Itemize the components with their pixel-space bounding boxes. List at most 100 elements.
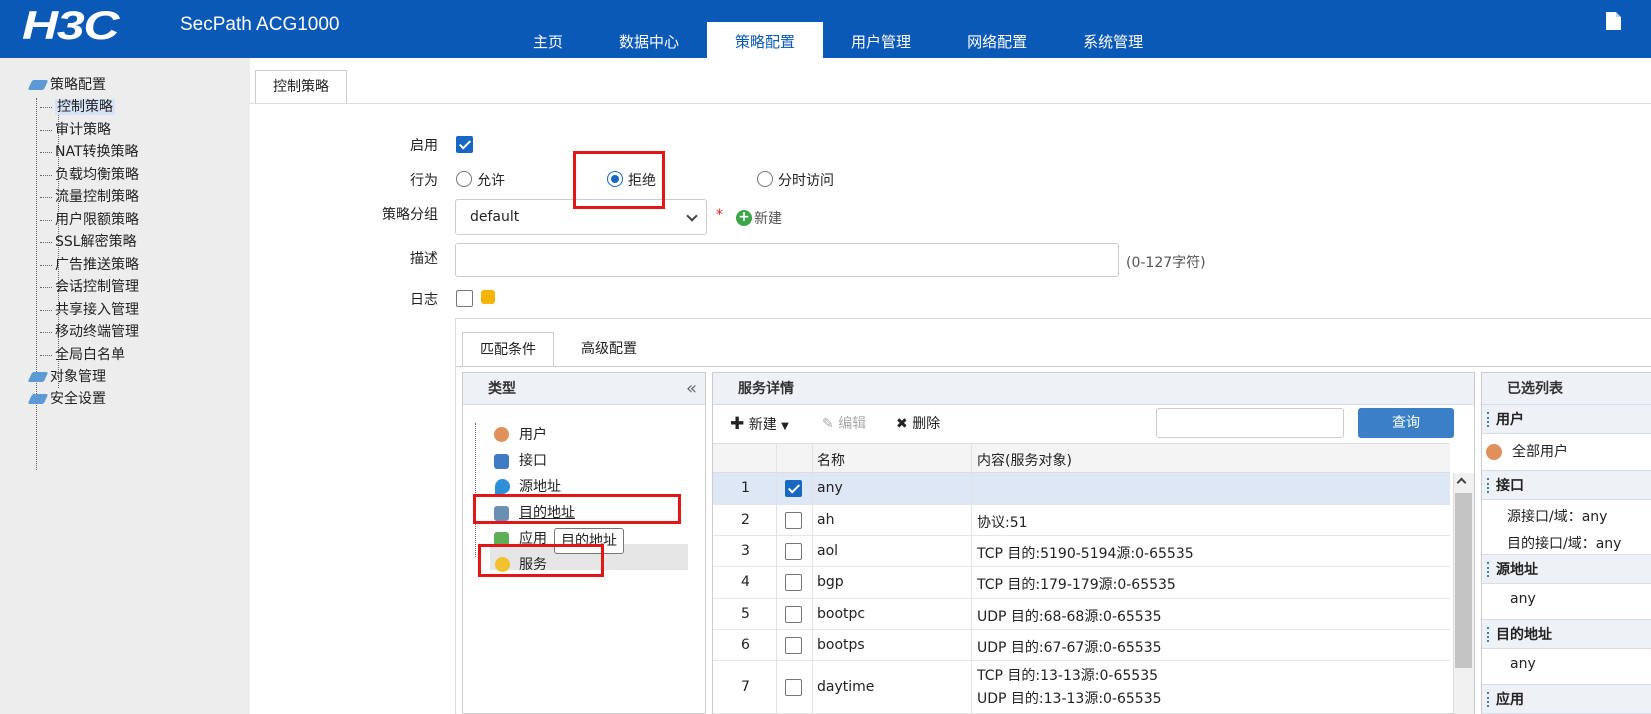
sidebar-item-audit-policy[interactable]: 审计策略 (18, 119, 139, 142)
desc-hint: (0-127字符) (1126, 255, 1206, 271)
chevron-down-icon (686, 210, 698, 222)
toolbar-edit-button[interactable]: ✎ 编辑 (822, 413, 866, 435)
main-nav: 主页 数据中心 策略配置 用户管理 网络配置 系统管理 (505, 22, 1171, 58)
collapse-icon[interactable]: « (686, 373, 697, 405)
new-group-link[interactable]: 新建 (754, 208, 782, 228)
table-row[interactable]: 6 bootps UDP 目的:67-67源:0-65535 (713, 630, 1450, 661)
sidebar-item-mobile-terminal[interactable]: 移动终端管理 (18, 321, 139, 344)
selected-dst-addr-value: any (1510, 656, 1536, 672)
action-label: 行为 (410, 173, 438, 189)
sidebar-group-object-management[interactable]: 对象管理 (18, 366, 139, 388)
table-row[interactable]: 4 bgp TCP 目的:179-179源:0-65535 (713, 567, 1450, 599)
row-checkbox[interactable] (785, 480, 802, 497)
row-checkbox[interactable] (785, 542, 802, 560)
highlight-box-service (478, 544, 604, 577)
table-row[interactable]: 3 aol TCP 目的:5190-5194源:0-65535 (713, 536, 1450, 567)
pencil-icon: ✎ (822, 416, 834, 432)
sidebar-item-ad-push[interactable]: 广告推送策略 (18, 254, 139, 277)
table-row[interactable]: 7 daytime TCP 目的:13-13源:0-65535 UDP 目的:13-1… (713, 661, 1450, 714)
nav-data-center[interactable]: 数据中心 (591, 22, 707, 58)
sidebar-tree: 策略配置 控制策略 审计策略 NAT转换策略 负载均衡策略 流量控制策略 用户限… (18, 74, 139, 470)
action-timed-label: 分时访问 (778, 173, 834, 189)
row-checkbox[interactable] (785, 511, 802, 529)
row-content-line2: UDP 目的:13-13源:0-65535 (977, 691, 1162, 707)
row-name: aol (817, 542, 839, 559)
nav-system-management[interactable]: 系统管理 (1055, 22, 1171, 58)
row-number: 6 (741, 636, 750, 653)
row-checkbox[interactable] (785, 678, 802, 696)
folder-icon (27, 80, 49, 90)
user-icon (494, 427, 509, 442)
selected-section-source-address: 源地址 (1482, 554, 1651, 584)
tab-advanced-config[interactable]: 高级配置 (566, 332, 652, 366)
nav-home[interactable]: 主页 (505, 22, 591, 58)
sidebar-item-global-whitelist[interactable]: 全局白名单 (18, 344, 139, 367)
selected-section-application: 应用 (1482, 684, 1651, 714)
table-row[interactable]: 5 bootpc UDP 目的:68-68源:0-65535 (713, 599, 1450, 630)
enable-label: 启用 (410, 138, 438, 154)
action-timed-radio[interactable] (757, 171, 773, 187)
selected-panel-title: 已选列表 (1482, 373, 1651, 405)
selected-section-destination-address: 目的地址 (1482, 619, 1651, 649)
folder-icon (27, 372, 49, 382)
table-row[interactable]: 1 any (713, 473, 1450, 505)
row-content: TCP 目的:179-179源:0-65535 (977, 577, 1176, 593)
row-content: UDP 目的:68-68源:0-65535 (977, 608, 1162, 625)
row-number: 1 (741, 480, 750, 496)
row-name: bootps (817, 636, 865, 653)
sidebar-group-security-settings[interactable]: 安全设置 (18, 388, 139, 410)
sidebar-item-control-policy[interactable]: 控制策略 (18, 96, 139, 119)
users-icon (1486, 444, 1502, 460)
nav-user-management[interactable]: 用户管理 (823, 22, 939, 58)
highlight-box-deny (573, 151, 665, 209)
sidebar-group-policy-config[interactable]: 策略配置 (18, 74, 139, 96)
sidebar-item-load-balance[interactable]: 负载均衡策略 (18, 164, 139, 187)
sidebar-item-shared-access[interactable]: 共享接入管理 (18, 299, 139, 322)
folder-icon (27, 394, 49, 404)
row-number: 2 (741, 511, 750, 528)
plus-icon: ✚ (730, 414, 745, 434)
nav-network-config[interactable]: 网络配置 (939, 22, 1055, 58)
plus-icon[interactable]: + (736, 210, 752, 226)
tab-match-conditions[interactable]: 匹配条件 (462, 332, 554, 366)
row-content: TCP 目的:5190-5194源:0-65535 (977, 545, 1194, 562)
sidebar-item-session-control[interactable]: 会话控制管理 (18, 276, 139, 299)
row-content: UDP 目的:67-67源:0-65535 (977, 639, 1162, 656)
row-number: 4 (741, 574, 750, 590)
caret-down-icon: ▼ (781, 421, 789, 432)
enable-checkbox[interactable] (456, 136, 473, 153)
grid-header: 名称 内容(服务对象) (713, 443, 1450, 473)
toolbar-new-button[interactable]: ✚ 新建 ▼ (730, 413, 789, 435)
lightbulb-icon[interactable] (481, 290, 495, 304)
sidebar-item-ssl-decrypt[interactable]: SSL解密策略 (18, 231, 139, 254)
search-input[interactable] (1156, 408, 1344, 438)
query-button[interactable]: 查询 (1358, 408, 1454, 438)
service-panel-title: 服务详情 (713, 373, 1474, 405)
row-checkbox[interactable] (785, 574, 802, 591)
sidebar-item-traffic-control[interactable]: 流量控制策略 (18, 186, 139, 209)
table-row[interactable]: 2 ah 协议:51 (713, 505, 1450, 536)
tab-control-policy[interactable]: 控制策略 (255, 70, 347, 103)
column-content: 内容(服务对象) (977, 453, 1072, 469)
selected-dst-interface: 目的接口/域：any (1507, 536, 1622, 552)
nav-policy-config[interactable]: 策略配置 (707, 22, 824, 58)
desc-input[interactable] (455, 243, 1119, 277)
sidebar: 策略配置 控制策略 审计策略 NAT转换策略 负载均衡策略 流量控制策略 用户限… (0, 58, 250, 714)
toolbar-delete-button[interactable]: ✖ 删除 (896, 413, 940, 435)
column-name: 名称 (817, 453, 845, 469)
action-allow-radio[interactable] (456, 171, 472, 187)
desc-label: 描述 (410, 251, 438, 267)
sidebar-item-user-quota[interactable]: 用户限额策略 (18, 209, 139, 232)
row-number: 7 (741, 678, 750, 695)
row-checkbox[interactable] (785, 605, 802, 623)
row-name: bgp (817, 574, 844, 590)
h3c-logo: H3C (22, 4, 120, 48)
row-name: bootpc (817, 605, 866, 622)
row-content: TCP 目的:13-13源:0-65535 (977, 668, 1159, 684)
grid-scrollbar-thumb[interactable] (1455, 493, 1472, 668)
row-checkbox[interactable] (785, 636, 802, 654)
document-icon[interactable] (1606, 12, 1621, 30)
sidebar-item-nat-policy[interactable]: NAT转换策略 (18, 141, 139, 164)
location-pin-icon (495, 479, 510, 494)
log-checkbox[interactable] (456, 290, 473, 307)
